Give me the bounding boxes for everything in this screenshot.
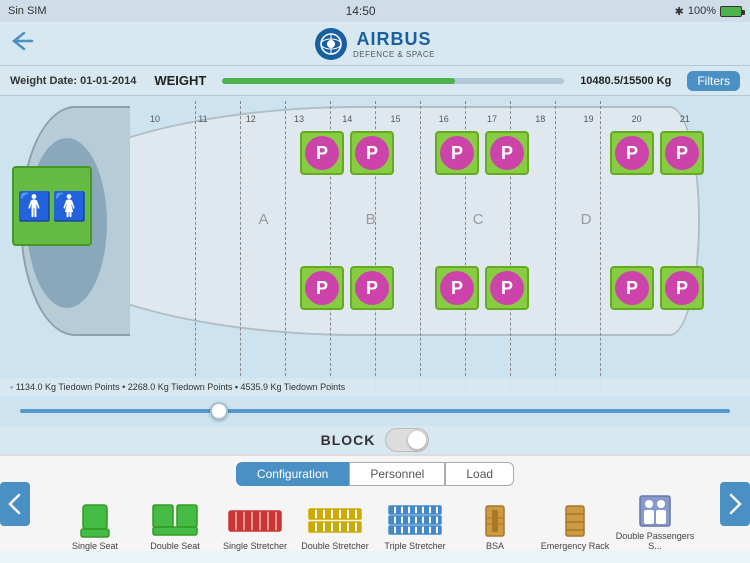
pallet-4[interactable]: P [485,131,529,175]
time-label: 14:50 [346,4,376,18]
config-tabs: Configuration Personnel Load [0,456,750,490]
slider-area [0,396,750,426]
equipment-single-seat[interactable]: Single Seat [55,504,135,551]
double-stretcher-icon [308,504,362,538]
divider-A [195,101,196,391]
logo-area: AIRBUS DEFENCE & SPACE [315,28,435,60]
tiedown-legend: ◦ 1134.0 Kg Tiedown Points • 2268.0 Kg T… [0,378,750,396]
slider-thumb[interactable] [210,402,228,420]
equipment-bsa[interactable]: BSA [455,504,535,551]
scroll-right-button[interactable] [720,482,750,526]
zone-B: B [366,211,376,228]
pallet-1[interactable]: P [300,131,344,175]
battery-icon [720,6,742,17]
pallet-5[interactable]: P [610,131,654,175]
emergency-rack-label: Emergency Rack [541,541,610,551]
app-header: AIRBUS DEFENCE & SPACE [0,22,750,66]
battery-area: ✱ 100% [675,5,742,18]
toilet-box: 🚹🚺 [12,166,92,246]
toggle-knob [408,431,426,449]
equipment-double-passengers[interactable]: Double Passengers S... [615,494,695,551]
tab-personnel[interactable]: Personnel [349,462,445,486]
weight-label: WEIGHT [154,73,206,88]
battery-label: 100% [688,5,716,17]
block-label: BLOCK [321,432,376,448]
triple-stretcher-icon [388,504,442,538]
pallet-8[interactable]: P [350,266,394,310]
weight-progress-fill [222,78,454,84]
tab-configuration[interactable]: Configuration [236,462,349,486]
divider-end [555,101,556,391]
main-airplane-area: 10 11 12 13 14 15 16 17 18 19 20 21 A B … [0,96,750,396]
divider-5 [600,101,601,391]
status-bar: Sin SIM 14:50 ✱ 100% [0,0,750,22]
toilet-icon: 🚹🚺 [17,190,87,223]
logo-text: AIRBUS DEFENCE & SPACE [353,29,435,59]
equipment-emergency-rack[interactable]: Emergency Rack [535,504,615,551]
block-toggle[interactable] [385,428,429,452]
divider-3 [420,101,421,391]
tiedown-text: ◦ 1134.0 Kg Tiedown Points • 2268.0 Kg T… [10,382,345,392]
block-area: BLOCK [0,426,750,454]
pallet-7[interactable]: P [300,266,344,310]
double-seat-label: Double Seat [150,541,200,551]
single-stretcher-icon [228,504,282,538]
single-seat-icon [68,504,122,538]
filter-button[interactable]: Filters [687,71,740,91]
single-stretcher-label: Single Stretcher [223,541,287,551]
bsa-icon [468,504,522,538]
pallet-12[interactable]: P [660,266,704,310]
weight-bar: Weight Date: 01-01-2014 WEIGHT 10480.5/1… [0,66,750,96]
pallet-10[interactable]: P [485,266,529,310]
emergency-rack-icon [548,504,602,538]
pallet-2[interactable]: P [350,131,394,175]
pallet-9[interactable]: P [435,266,479,310]
single-seat-label: Single Seat [72,541,118,551]
bottom-panel: Configuration Personnel Load Single Seat [0,454,750,551]
weight-value: 10480.5/15500 Kg [580,75,671,87]
double-stretcher-label: Double Stretcher [301,541,369,551]
pallet-P-icon: P [305,136,339,170]
pallet-3[interactable]: P [435,131,479,175]
logo-subtitle: DEFENCE & SPACE [353,50,435,59]
carrier-label: Sin SIM [8,5,47,17]
divider-B [285,101,286,391]
equipment-row: Single Seat Double Seat [0,490,750,551]
tab-load[interactable]: Load [445,462,514,486]
bsa-label: BSA [486,541,504,551]
divider-6 [240,101,241,391]
triple-stretcher-label: Triple Stretcher [384,541,445,551]
equipment-double-stretcher[interactable]: Double Stretcher [295,504,375,551]
back-button[interactable] [10,31,34,57]
double-passengers-label: Double Passengers S... [615,531,695,551]
double-seat-icon [148,504,202,538]
equipment-triple-stretcher[interactable]: Triple Stretcher [375,504,455,551]
zone-D: D [581,211,592,228]
pallet-6[interactable]: P [660,131,704,175]
zone-C: C [473,211,484,228]
bluetooth-icon: ✱ [675,5,684,18]
scroll-left-button[interactable] [0,482,30,526]
zone-A: A [259,211,269,228]
double-passengers-icon [628,494,682,528]
timeline-slider[interactable] [20,409,730,413]
equipment-single-stretcher[interactable]: Single Stretcher [215,504,295,551]
logo-title: AIRBUS [353,29,435,50]
weight-date: Weight Date: 01-01-2014 [10,75,136,87]
weight-progress-bar [222,78,564,84]
zone-labels: A B C D [210,211,640,228]
logo-circle [315,28,347,60]
pallet-11[interactable]: P [610,266,654,310]
equipment-double-seat[interactable]: Double Seat [135,504,215,551]
